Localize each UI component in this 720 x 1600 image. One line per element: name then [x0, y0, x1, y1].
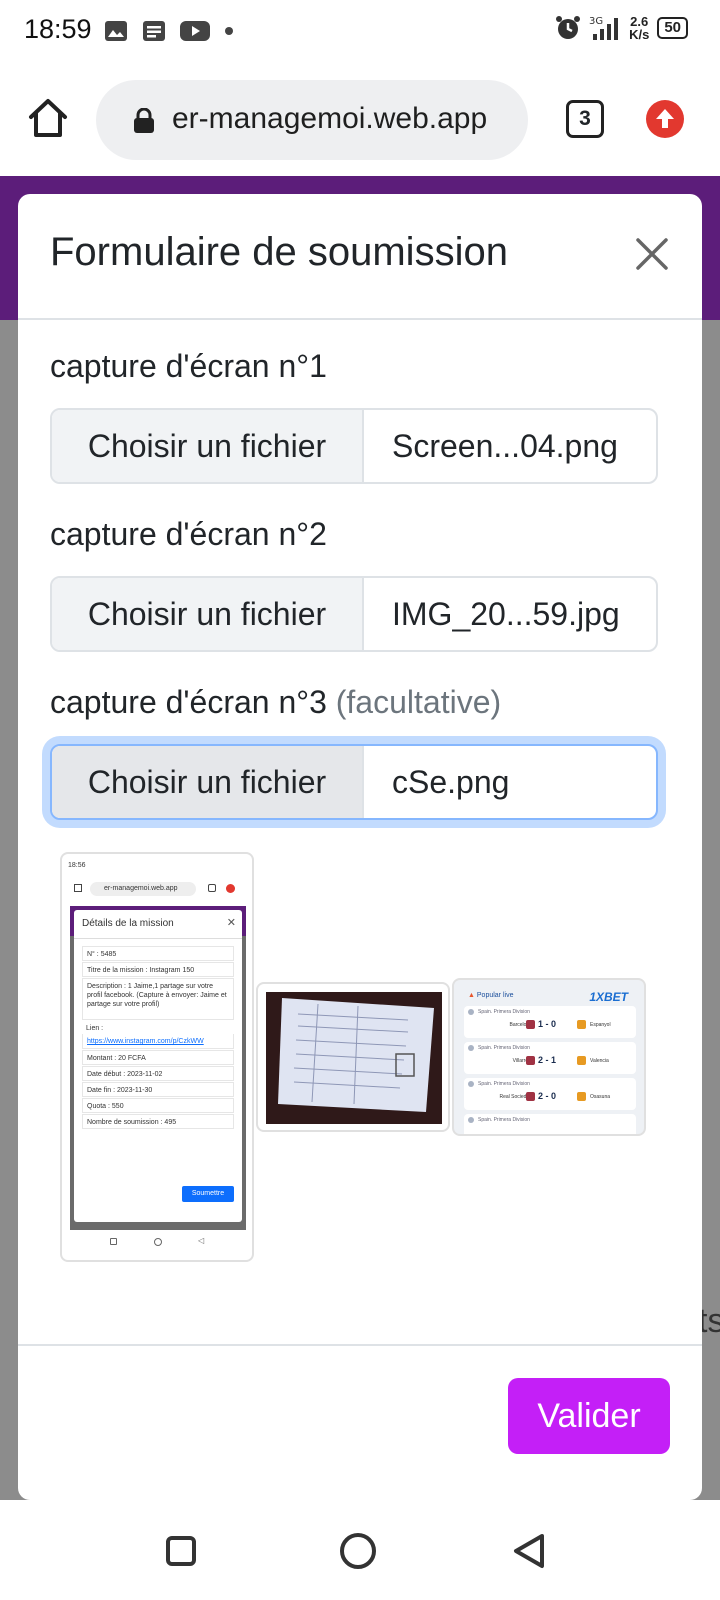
recents-icon[interactable]: [166, 1536, 196, 1566]
choose-file-button-2[interactable]: Choisir un fichier: [52, 578, 364, 650]
league-icon: [468, 1009, 474, 1015]
gallery-icon: [105, 21, 127, 41]
document-photo-image: [266, 992, 442, 1124]
mini-detail-row: Quota : 550: [82, 1098, 234, 1113]
file-name-2: IMG_20...59.jpg: [392, 596, 620, 632]
file-name-1: Screen...04.png: [392, 428, 618, 464]
modal-header: Formulaire de soumission: [18, 194, 702, 320]
address-bar[interactable]: er-managemoi.web.app: [96, 80, 528, 160]
mini-close-icon: ✕: [226, 917, 236, 929]
field-2-label: capture d'écran n°2: [50, 516, 327, 552]
match-card: Spain. Primera Division Villarreal 2 - 1 Va…: [464, 1042, 636, 1074]
mini-detail-row: Date début : 2023-11-02: [82, 1066, 234, 1081]
validate-button[interactable]: Valider: [508, 1378, 670, 1454]
away-team: Osasuna: [590, 1094, 611, 1100]
match-score: 1 - 0: [538, 1019, 557, 1029]
file-name-3: cSe.png: [392, 764, 510, 800]
mini-detail-row: N° : 5485: [82, 946, 234, 961]
league-icon: [468, 1117, 474, 1123]
screenshot-2-file-input[interactable]: Choisir un fichier IMG_20...59.jpg: [50, 576, 658, 652]
screenshot-1-file-input[interactable]: Choisir un fichier Screen...04.png: [50, 408, 658, 484]
screenshot-3-file-input[interactable]: Choisir un fichier cSe.png: [50, 744, 658, 820]
system-navigation-bar: [0, 1500, 720, 1600]
away-crest-icon: [577, 1056, 586, 1065]
dot-icon: [225, 27, 233, 35]
home-crest-icon: [526, 1092, 535, 1101]
svg-text:3G: 3G: [589, 16, 603, 27]
youtube-icon: [180, 21, 210, 41]
mini-url-bar: er-managemoi.web.app: [90, 882, 196, 896]
mini-submit-button: Soumettre: [182, 1186, 234, 1202]
match-card: Spain. Primera Division Real Sociedad 2 - …: [464, 1078, 636, 1110]
match-card: Spain. Primera Division Barcelona 1 - 0 Esp…: [464, 1006, 636, 1038]
signal-icon: 3G: [589, 16, 619, 40]
battery-indicator: 50: [657, 17, 688, 39]
field-3-label: capture d'écran n°3 (facultative): [50, 684, 502, 720]
mini-modal: Détails de la mission ✕ N° : 5485 Titre d…: [74, 910, 242, 1222]
lock-icon: [134, 108, 154, 133]
status-bar: 18:59 3G 2.6 K/s 50: [0, 0, 720, 64]
mini-tabs-icon: [208, 884, 216, 892]
choose-file-button-1[interactable]: Choisir un fichier: [52, 410, 364, 482]
match-league: Spain. Primera Division: [478, 1117, 530, 1123]
update-button[interactable]: [646, 100, 684, 138]
mini-detail-row: Montant : 20 FCFA: [82, 1050, 234, 1065]
arrow-up-icon: [656, 109, 674, 128]
match-league: Spain. Primera Division: [478, 1009, 530, 1015]
league-icon: [468, 1045, 474, 1051]
status-time: 18:59: [24, 14, 92, 44]
url-text: er-managemoi.web.app: [172, 102, 488, 135]
mini-home-icon: [74, 884, 82, 892]
modal-title: Formulaire de soumission: [50, 230, 508, 274]
home-crest-icon: [526, 1056, 535, 1065]
choose-file-button-3[interactable]: Choisir un fichier: [52, 746, 364, 818]
tab-switcher-button[interactable]: 3: [566, 100, 604, 138]
fire-icon: ▲: [468, 992, 475, 999]
home-icon[interactable]: [26, 96, 70, 140]
browser-toolbar: er-managemoi.web.app 3: [0, 64, 720, 176]
preview-thumbnail-2[interactable]: [256, 982, 450, 1132]
league-icon: [468, 1081, 474, 1087]
submission-modal: Formulaire de soumission capture d'écran…: [18, 194, 702, 1500]
popular-live-label: ▲ Popular live: [468, 992, 514, 999]
preview-thumbnail-1[interactable]: 18:56 er-managemoi.web.app Détails de la…: [60, 852, 254, 1262]
network-speed: 2.6 K/s: [629, 14, 650, 42]
back-icon[interactable]: [512, 1532, 546, 1570]
mini-detail-row: https://www.instagram.com/p/CzkWW: [82, 1034, 234, 1049]
mini-detail-row: Nombre de soumission : 495: [82, 1114, 234, 1129]
optional-note: (facultative): [335, 684, 502, 720]
away-crest-icon: [577, 1092, 586, 1101]
match-score: 2 - 0: [538, 1091, 557, 1101]
preview-thumbnail-3[interactable]: ▲ Popular live 1XBET Spain. Primera Divi…: [452, 978, 646, 1136]
away-crest-icon: [577, 1020, 586, 1029]
match-score: 2 - 1: [538, 1055, 557, 1065]
match-league: Spain. Primera Division: [478, 1045, 530, 1051]
home-crest-icon: [526, 1020, 535, 1029]
away-team: Valencia: [590, 1058, 609, 1064]
modal-footer: Valider: [18, 1344, 702, 1500]
home-nav-icon[interactable]: [340, 1533, 376, 1569]
mini-detail-row: Titre de la mission : Instagram 150: [82, 962, 234, 977]
close-icon[interactable]: [632, 234, 672, 274]
news-icon: [143, 21, 165, 41]
match-card: Spain. Primera Division: [464, 1114, 636, 1134]
away-team: Espanyol: [590, 1022, 611, 1028]
mini-detail-row: Date fin : 2023-11-30: [82, 1082, 234, 1097]
mini-detail-row: Description : 1 Jaime,1 partage sur votr…: [82, 978, 234, 1020]
mini-update-icon: [226, 884, 235, 893]
field-1-label: capture d'écran n°1: [50, 348, 327, 384]
brand-logo: 1XBET: [589, 990, 628, 1004]
alarm-icon: [556, 16, 581, 39]
match-league: Spain. Primera Division: [478, 1081, 530, 1087]
